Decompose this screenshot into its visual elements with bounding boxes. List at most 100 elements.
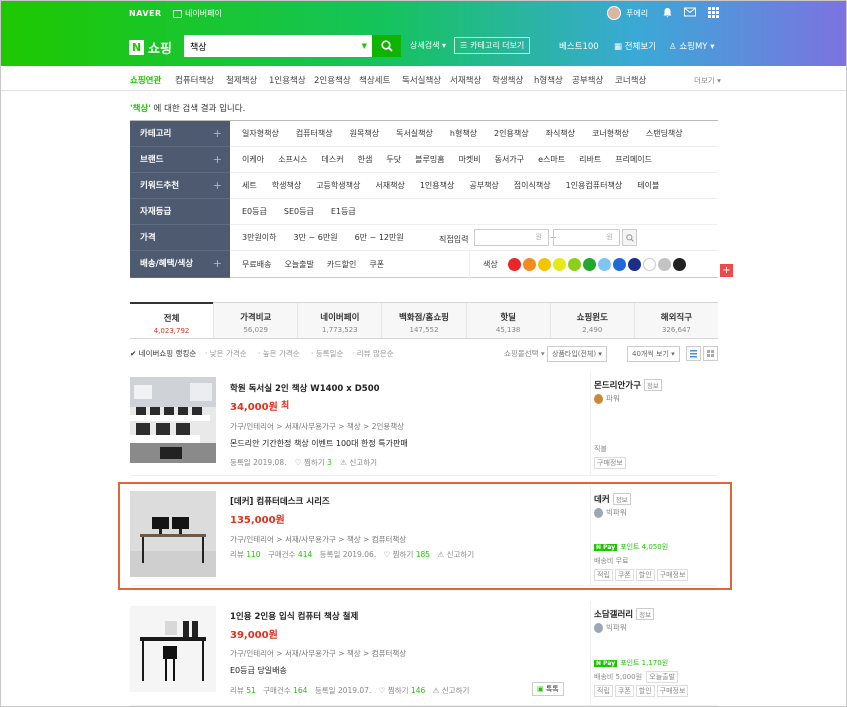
talktalk-button[interactable]: ▣ 톡톡 (532, 682, 564, 696)
filter-label[interactable]: 가격 (130, 225, 230, 251)
filter-option[interactable]: h형책상 (450, 128, 477, 139)
product-title[interactable]: 1인용 2인용 입식 컴퓨터 책상 철제 (230, 610, 358, 622)
color-swatch[interactable] (507, 258, 521, 271)
shopping-logo[interactable]: N 쇼핑 (129, 38, 172, 57)
best100-link[interactable]: 베스트100 (559, 40, 599, 52)
filter-option[interactable]: 3만원이하 (242, 232, 277, 243)
filter-option[interactable]: 동서가구 (495, 154, 524, 165)
review-link[interactable]: 리뷰 51 (230, 686, 256, 695)
gnb-item[interactable]: 학생책상 (492, 74, 523, 86)
filter-option[interactable]: 접이식책상 (514, 180, 551, 191)
filter-option[interactable]: 일자형책상 (242, 128, 279, 139)
filter-label[interactable]: 키워드추천 + (130, 173, 230, 199)
filter-option[interactable]: 1인용컴퓨터책상 (566, 180, 623, 191)
my-shopping-link[interactable]: ♙ 쇼핑MY ▾ (669, 40, 714, 52)
seller-info-badge[interactable]: 정보 (643, 379, 662, 391)
filter-option[interactable]: 무료배송 (242, 259, 271, 270)
filter-option[interactable]: 소프시스 (278, 154, 307, 165)
filter-option[interactable]: 컴퓨터책상 (296, 128, 333, 139)
naver-logo[interactable]: NAVER (129, 9, 162, 18)
grid-view-button[interactable] (703, 346, 718, 361)
filter-option[interactable]: 쿠폰 (369, 259, 384, 270)
filter-option[interactable]: 2인용책상 (494, 128, 529, 139)
filter-label[interactable]: 브랜드 + (130, 147, 230, 173)
detail-search-button[interactable]: 상세검색 ▾ (410, 40, 446, 51)
expand-plus-icon[interactable]: + (213, 173, 222, 199)
bell-icon[interactable] (662, 7, 673, 20)
filter-option[interactable]: 프리메이드 (615, 154, 652, 165)
sort-ranking[interactable]: ✔ 네이버쇼핑 랭킹순 (130, 348, 196, 359)
count-per-page-select[interactable]: 40개씩 보기 ▾ (627, 346, 680, 362)
color-swatch[interactable] (597, 258, 611, 271)
zzim-button[interactable]: ♡ 찜하기 3 (295, 458, 332, 467)
apps-grid-icon[interactable] (708, 7, 719, 20)
filter-option[interactable]: 두닷 (386, 154, 401, 165)
color-swatch[interactable] (672, 258, 686, 271)
color-swatch[interactable] (552, 258, 566, 271)
sort-low-price[interactable]: · 낮은 가격순 (205, 348, 247, 359)
seller-name[interactable]: 소담갤러리 정보 (594, 608, 655, 620)
expand-plus-icon[interactable]: + (213, 147, 222, 173)
filter-label[interactable]: 배송/혜택/색상 + (130, 251, 230, 278)
product-category[interactable]: 가구/인테리어 > 서재/사무용가구 > 책상 > 2인용책상 (230, 421, 404, 432)
price-min-input[interactable]: 원 (474, 229, 549, 246)
filter-option[interactable]: 3만 ~ 6만원 (294, 232, 338, 243)
color-swatch[interactable] (522, 258, 536, 271)
purchase-info-tag[interactable]: 구매정보 (594, 457, 626, 469)
price-max-input[interactable]: 원 (553, 229, 620, 246)
tab-price-compare[interactable]: 가격비교 56,029 (213, 303, 298, 338)
filter-option[interactable]: 고등학생책상 (316, 180, 360, 191)
filter-option[interactable]: 1인용책상 (420, 180, 455, 191)
color-swatch[interactable] (627, 258, 641, 271)
mall-select[interactable]: 쇼핑몰선택 ▾ (504, 348, 545, 359)
product-title[interactable]: 학원 독서실 2인 책상 W1400 x D500 (230, 382, 380, 394)
gnb-item[interactable]: 1인용책상 (269, 74, 306, 86)
tab-all[interactable]: 전체 4,023,792 (130, 302, 214, 338)
product-thumbnail[interactable] (130, 377, 216, 463)
product-category[interactable]: 가구/인테리어 > 서재/사무용가구 > 책상 > 컴퓨터책상 (230, 648, 406, 659)
report-button[interactable]: ⚠ 신고하기 (433, 686, 470, 695)
npay-link[interactable]: 네이버페이 (173, 8, 222, 19)
filter-option[interactable]: 오늘출발 (284, 259, 313, 270)
filter-option[interactable]: 데스커 (322, 154, 344, 165)
filter-option[interactable]: 마켓비 (459, 154, 481, 165)
filter-option[interactable]: E1등급 (331, 206, 356, 217)
seller-tag[interactable]: 적립 (594, 685, 613, 697)
gnb-item-related[interactable]: 쇼핑연관 (130, 74, 161, 86)
gnb-item[interactable]: 컴퓨터책상 (175, 74, 214, 86)
filter-option[interactable]: SE0등급 (284, 206, 314, 217)
product-thumbnail[interactable] (130, 606, 216, 692)
color-swatch[interactable] (612, 258, 626, 271)
filter-option[interactable]: 독서실책상 (396, 128, 433, 139)
filter-label[interactable]: 카테고리 + (130, 121, 230, 147)
search-dropdown-icon[interactable]: ▼ (362, 42, 367, 50)
filter-option[interactable]: 리바트 (579, 154, 601, 165)
filter-option[interactable]: 공부책상 (469, 180, 498, 191)
filter-option[interactable]: 서재책상 (375, 180, 404, 191)
price-search-button[interactable] (622, 229, 637, 246)
report-button[interactable]: ⚠ 신고하기 (340, 458, 377, 467)
gnb-item[interactable]: 철제책상 (226, 74, 257, 86)
gnb-item[interactable]: 2인용책상 (314, 74, 351, 86)
color-swatch[interactable] (642, 258, 656, 271)
tab-overseas[interactable]: 해외직구 326,647 (633, 303, 718, 338)
color-swatch[interactable] (582, 258, 596, 271)
expand-plus-icon[interactable]: + (213, 251, 222, 277)
all-view-link[interactable]: ▦ 전체보기 (614, 40, 656, 52)
color-swatch[interactable] (567, 258, 581, 271)
filter-option[interactable]: 학생책상 (272, 180, 301, 191)
seller-name[interactable]: 몬드리안가구 정보 (594, 379, 662, 391)
gnb-item[interactable]: 서재책상 (450, 74, 481, 86)
filter-option[interactable]: 코너형책상 (592, 128, 629, 139)
sort-date[interactable]: · 등록일순 (311, 348, 343, 359)
filter-option[interactable]: 한샘 (358, 154, 373, 165)
filter-add-button[interactable]: + (720, 264, 733, 277)
purchase-info-tag[interactable]: 구매정보 (656, 685, 689, 697)
tab-hotdeal[interactable]: 핫딜 45,138 (465, 303, 550, 338)
gnb-item[interactable]: 코너책상 (615, 74, 646, 86)
filter-option[interactable]: 좌식책상 (546, 128, 575, 139)
filter-option[interactable]: 세트 (242, 180, 257, 191)
filter-label[interactable]: 자재등급 (130, 199, 230, 225)
tab-department[interactable]: 백화점/홈쇼핑 147,552 (381, 303, 466, 338)
sort-high-price[interactable]: · 높은 가격순 (258, 348, 300, 359)
